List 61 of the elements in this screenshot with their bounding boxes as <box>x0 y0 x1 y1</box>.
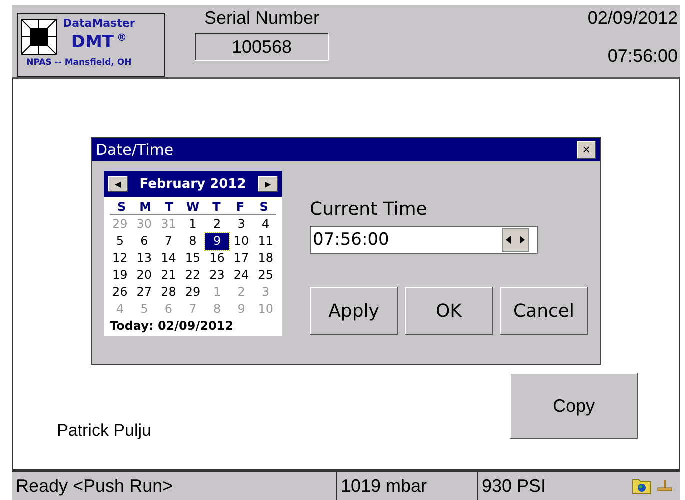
weekday-label: W <box>185 200 201 214</box>
weekday-label: M <box>138 200 153 214</box>
calendar-day[interactable]: 5 <box>108 233 132 250</box>
calendar-day[interactable]: 2 <box>205 216 230 233</box>
calendar-day[interactable]: 3 <box>229 216 254 233</box>
operator-name: Patrick Pulju <box>57 421 152 441</box>
calendar-day[interactable]: 27 <box>132 284 157 301</box>
dialog-title: Date/Time <box>96 140 174 158</box>
calendar-day[interactable]: 17 <box>229 250 254 267</box>
copy-button[interactable]: Copy <box>510 373 638 439</box>
calendar-day[interactable]: 11 <box>254 233 278 250</box>
calendar-day[interactable]: 19 <box>108 267 132 284</box>
brand-name: DataMaster <box>63 17 136 30</box>
calendar-day[interactable]: 16 <box>205 250 230 267</box>
calendar-day[interactable]: 1 <box>180 216 206 233</box>
folder-globe-icon[interactable] <box>632 477 652 495</box>
previous-month-button[interactable]: ◀ <box>108 176 128 192</box>
serial-value-field: 100568 <box>195 33 329 61</box>
pressure-reading: 1019 mbar <box>337 472 478 500</box>
calendar-day[interactable]: 12 <box>108 250 132 267</box>
current-time-label: Current Time <box>310 199 428 220</box>
calendar-day[interactable]: 6 <box>132 233 157 250</box>
calendar-day[interactable]: 15 <box>180 250 206 267</box>
dialog-button[interactable]: OK <box>405 287 493 335</box>
calendar-day[interactable]: 4 <box>254 216 278 233</box>
close-button[interactable]: × <box>577 140 596 158</box>
calendar-day[interactable]: 25 <box>254 267 278 284</box>
calendar-day[interactable]: 18 <box>254 250 278 267</box>
date-text: 02/09/2012 <box>588 8 678 29</box>
calendar-day[interactable]: 21 <box>156 267 181 284</box>
serial-label: Serial Number <box>204 8 320 29</box>
weekday-label: S <box>258 200 270 214</box>
logo-icon <box>21 19 57 55</box>
status-message: Ready <Push Run> <box>12 472 337 500</box>
calendar-day[interactable]: 9 <box>205 233 230 250</box>
calendar-day[interactable]: 26 <box>108 284 132 301</box>
time-field[interactable]: 07:56:00 <box>310 226 538 254</box>
calendar-day[interactable]: 10 <box>229 233 254 250</box>
calendar-day[interactable]: 23 <box>205 267 230 284</box>
weekday-label: T <box>212 200 222 214</box>
month-title: February 2012 <box>140 176 246 192</box>
weekday-label: T <box>164 200 174 214</box>
calendar-day[interactable]: 14 <box>156 250 181 267</box>
time-text: 07:56:00 <box>608 46 678 67</box>
weekday-label: F <box>235 200 246 214</box>
calendar-day[interactable]: 29 <box>180 284 206 301</box>
calendar-day[interactable]: 22 <box>180 267 206 284</box>
calendar-day[interactable]: 24 <box>229 267 254 284</box>
location-text: NPAS -- Mansfield, OH <box>26 58 132 68</box>
dialog-button[interactable]: Apply <box>310 287 398 335</box>
tank-pressure-reading: 930 PSI <box>481 474 548 498</box>
calendar-day[interactable]: 8 <box>180 233 206 250</box>
calendar-day[interactable]: 7 <box>156 233 181 250</box>
today-text[interactable]: Today: 02/09/2012 <box>110 319 282 333</box>
calendar-day[interactable]: 13 <box>132 250 157 267</box>
dialog-button[interactable]: Cancel <box>500 287 588 335</box>
product-name: DMT $^{®}$ <box>71 32 127 52</box>
next-month-button[interactable]: ▶ <box>258 176 278 192</box>
weekday-label: S <box>116 200 128 214</box>
calendar-day[interactable]: 28 <box>156 284 181 301</box>
calendar-day[interactable]: 20 <box>132 267 157 284</box>
